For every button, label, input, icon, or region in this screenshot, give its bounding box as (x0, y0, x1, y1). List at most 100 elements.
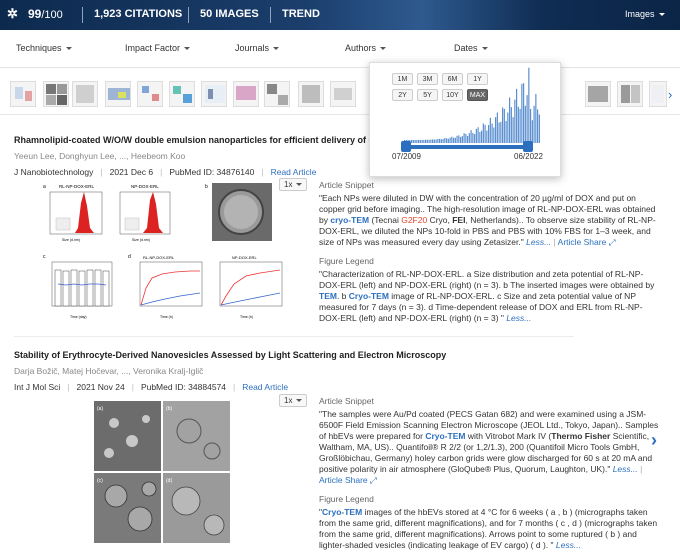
zoom-select[interactable]: 1x (279, 394, 308, 407)
histogram-bar (416, 139, 418, 143)
filter-impact-factor[interactable]: Impact Factor (125, 43, 191, 53)
panel-title: RL-NP-DOX-ERL (143, 255, 175, 260)
histogram-bar (521, 83, 523, 143)
axis-label: Size (d.nm) (62, 238, 80, 242)
trend-tab[interactable]: TREND (282, 8, 320, 20)
thumbnail[interactable] (330, 81, 356, 107)
article-authors: Darja Božič, Matej Hočevar, ..., Veronik… (14, 366, 204, 376)
thumbnail[interactable] (105, 81, 131, 107)
range-end-handle[interactable] (523, 141, 533, 152)
filter-techniques[interactable]: Techniques (16, 43, 72, 53)
histogram-bar (484, 124, 486, 143)
histogram-bar (491, 123, 493, 143)
article-share-link[interactable]: Article Share (319, 475, 368, 485)
histogram-bar (412, 139, 414, 143)
histogram-bar (512, 117, 514, 143)
histogram-bar (537, 109, 539, 143)
article-snippet: Article Snippet "Each NPs were diluted i… (319, 180, 663, 324)
images-menu[interactable]: Images (625, 9, 665, 19)
pubmed-id: PubMed ID: 34876140 (169, 167, 255, 177)
thumbnail[interactable] (233, 81, 259, 107)
snippet-text: "Each NPs were diluted in DW with the co… (319, 193, 656, 247)
range-start-handle[interactable] (401, 141, 411, 152)
histogram-bar (535, 94, 537, 143)
histogram-bar (514, 99, 516, 143)
thumbnail[interactable] (43, 81, 69, 107)
histogram-bar (423, 139, 425, 143)
thumbnail[interactable] (649, 81, 667, 107)
article-figure[interactable]: (a) (b) (c) (d) (94, 401, 230, 543)
histogram-bar (470, 130, 472, 143)
article-card: Stability of Erythrocyte-Derived Nanoves… (14, 350, 614, 392)
share-icon[interactable]: ⤢ (609, 237, 616, 247)
histogram-bar (430, 139, 432, 143)
histogram-bar (516, 88, 518, 143)
zoom-select[interactable]: 1x (279, 178, 308, 191)
article-figure[interactable]: a RL-NP-DOX-ERL Size (d.nm) NP-DOX-ERL S… (40, 178, 298, 320)
histogram-bar (458, 135, 460, 143)
read-article-link[interactable]: Read Article (242, 382, 288, 392)
histogram-bar (502, 107, 504, 143)
histogram-bar (442, 138, 444, 143)
histogram-bar (486, 130, 488, 143)
histogram-bar (454, 137, 456, 143)
logo-icon[interactable]: ✲ (7, 6, 18, 22)
axis-label: Time (day) (70, 315, 87, 319)
histogram-bar (538, 114, 540, 143)
histogram-bar (505, 120, 507, 143)
less-link[interactable]: Less... (526, 237, 551, 247)
legend-text: "Characterization of RL-NP-DOX-ERL. a Si… (319, 269, 655, 323)
histogram-bar (528, 67, 530, 143)
histogram-bar (468, 133, 470, 143)
less-link[interactable]: Less... (556, 540, 581, 550)
divider (270, 7, 271, 23)
filter-journals[interactable]: Journals (235, 43, 280, 53)
thumbnail[interactable] (137, 81, 163, 107)
thumbnail[interactable] (585, 81, 611, 107)
histogram-bar (495, 117, 497, 143)
thumbnail[interactable] (169, 81, 195, 107)
images-count[interactable]: 50 IMAGES (200, 8, 259, 20)
thumbnail[interactable] (617, 81, 643, 107)
filter-authors[interactable]: Authors (345, 43, 387, 53)
filter-dates[interactable]: Dates (454, 43, 488, 53)
article-title[interactable]: Stability of Erythrocyte-Derived Nanoves… (14, 350, 614, 360)
thumbnail[interactable] (298, 81, 324, 107)
histogram-bar (451, 136, 453, 143)
histogram-bar (517, 106, 519, 143)
panel-title: RL-NP-DOX-ERL (59, 184, 95, 189)
panel-label: a (43, 184, 46, 190)
less-link[interactable]: Less... (613, 464, 638, 474)
thumbnail[interactable] (201, 81, 227, 107)
thumbnail[interactable] (264, 81, 290, 107)
histogram-bar (509, 97, 511, 143)
histogram-bar (444, 138, 446, 143)
citations-count[interactable]: 1,923 CITATIONS (94, 8, 182, 20)
panel-title: NP-DOX-ERL (131, 184, 159, 189)
top-bar: ✲ 99/100 1,923 CITATIONS 50 IMAGES TREND… (0, 0, 680, 30)
thumbnail[interactable] (10, 81, 36, 107)
histogram-bar (465, 134, 467, 143)
chevron-right-icon[interactable]: › (651, 430, 657, 451)
histogram-bar (524, 105, 526, 143)
article-share-link[interactable]: Article Share (558, 237, 607, 247)
histogram-bar (414, 139, 416, 143)
histogram-bar (419, 139, 421, 143)
thumbnail[interactable] (72, 81, 98, 107)
read-article-link[interactable]: Read Article (271, 167, 317, 177)
score: 99/100 (28, 7, 63, 21)
histogram-bar (503, 108, 505, 143)
snippet-heading: Article Snippet (319, 396, 374, 406)
chevron-right-icon[interactable]: › (668, 87, 672, 102)
divider (82, 7, 83, 23)
histogram-bar (456, 135, 458, 143)
journal-name: Int J Mol Sci (14, 382, 61, 392)
axis-label: Time (h) (160, 315, 173, 319)
journal-name: J Nanobiotechnology (14, 167, 94, 177)
histogram-bar (489, 117, 491, 143)
snippet-text: "The samples were Au/Pd coated (PECS Gat… (319, 409, 659, 485)
histogram-bar (530, 108, 532, 143)
less-link[interactable]: Less... (506, 313, 531, 323)
share-icon[interactable]: ⤢ (370, 475, 377, 485)
legend-heading: Figure Legend (319, 256, 374, 266)
